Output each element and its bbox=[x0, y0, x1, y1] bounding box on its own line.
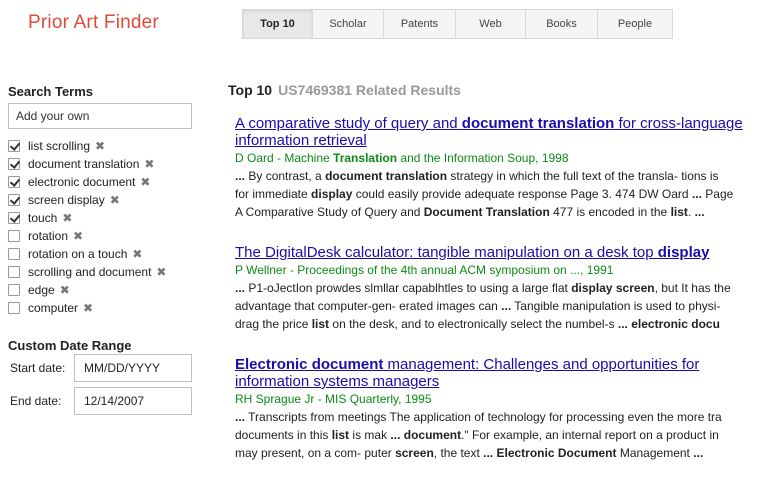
search-term-item: electronic document ✖ bbox=[8, 173, 198, 191]
result-snippet-line: drag the price list on the desk, and to … bbox=[235, 317, 720, 331]
result-snippet-line: ... By contrast, a document translation … bbox=[235, 169, 719, 183]
remove-term-icon[interactable]: ✖ bbox=[60, 283, 70, 297]
result-snippet-line: ... P1-oJectIon prowdes slmllar capablht… bbox=[235, 281, 731, 295]
search-term-item: screen display ✖ bbox=[8, 191, 198, 209]
tab-web[interactable]: Web bbox=[456, 10, 526, 38]
result-snippet-line: advantage that computer-gen- erated imag… bbox=[235, 299, 721, 313]
remove-term-icon[interactable]: ✖ bbox=[140, 175, 150, 189]
start-date-label: Start date: bbox=[10, 361, 66, 375]
result-meta: D Oard - Machine Translation and the Inf… bbox=[235, 151, 569, 165]
result-meta: RH Sprague Jr - MIS Quarterly, 1995 bbox=[235, 392, 432, 406]
tab-books[interactable]: Books bbox=[526, 10, 598, 38]
search-term-item: scrolling and document ✖ bbox=[8, 263, 198, 281]
result-title-link[interactable]: The DigitalDesk calculator: tangible man… bbox=[235, 244, 765, 261]
end-date-row: End date: bbox=[10, 387, 192, 415]
result-meta: P Wellner - Proceedings of the 4th annua… bbox=[235, 263, 614, 277]
start-date-row: Start date: bbox=[10, 354, 192, 382]
custom-date-range-heading: Custom Date Range bbox=[8, 338, 132, 353]
term-label[interactable]: edge bbox=[28, 283, 55, 297]
remove-term-icon[interactable]: ✖ bbox=[110, 193, 120, 207]
results-panel: Top 10 US7469381 Related Results A compar… bbox=[228, 82, 765, 485]
search-term-item: edge ✖ bbox=[8, 281, 198, 299]
remove-term-icon[interactable]: ✖ bbox=[62, 211, 72, 225]
start-date-input[interactable] bbox=[74, 354, 192, 382]
result-snippet-line: documents in this list is mak ... docume… bbox=[235, 428, 719, 442]
term-checkbox[interactable] bbox=[8, 158, 20, 170]
term-checkbox[interactable] bbox=[8, 176, 20, 188]
results-subtitle: US7469381 Related Results bbox=[278, 82, 461, 98]
remove-term-icon[interactable]: ✖ bbox=[95, 139, 105, 153]
search-term-item: computer ✖ bbox=[8, 299, 198, 317]
tab-top-10[interactable]: Top 10 bbox=[243, 10, 313, 38]
term-checkbox[interactable] bbox=[8, 230, 20, 242]
search-term-item: list scrolling ✖ bbox=[8, 137, 198, 155]
result-snippet-line: A Comparative Study of Query and Documen… bbox=[235, 205, 705, 219]
remove-term-icon[interactable]: ✖ bbox=[144, 157, 154, 171]
term-checkbox[interactable] bbox=[8, 140, 20, 152]
results-heading: Top 10 US7469381 Related Results bbox=[228, 82, 765, 98]
sidebar: Search Terms list scrolling✖document tra… bbox=[8, 84, 198, 317]
result-item: Electronic document management: Challeng… bbox=[235, 356, 765, 462]
term-label[interactable]: document translation bbox=[28, 157, 139, 171]
search-term-item: document translation ✖ bbox=[8, 155, 198, 173]
results-title: Top 10 bbox=[228, 82, 273, 98]
term-label[interactable]: touch bbox=[28, 211, 57, 225]
tab-patents[interactable]: Patents bbox=[384, 10, 456, 38]
results-list: A comparative study of query and documen… bbox=[228, 115, 765, 462]
end-date-label: End date: bbox=[10, 394, 62, 408]
result-item: A comparative study of query and documen… bbox=[235, 115, 765, 221]
term-checkbox[interactable] bbox=[8, 194, 20, 206]
search-term-item: rotation ✖ bbox=[8, 227, 198, 245]
result-snippet-line: may present, on a com- puter screen, the… bbox=[235, 446, 704, 460]
app-logo[interactable]: Prior Art Finder bbox=[28, 12, 159, 34]
term-checkbox[interactable] bbox=[8, 284, 20, 296]
add-term-input[interactable] bbox=[8, 103, 192, 129]
term-label[interactable]: scrolling and document bbox=[28, 265, 151, 279]
term-label[interactable]: screen display bbox=[28, 193, 105, 207]
term-label[interactable]: list scrolling bbox=[28, 139, 90, 153]
result-title-link[interactable]: A comparative study of query and documen… bbox=[235, 115, 765, 149]
tab-people[interactable]: People bbox=[598, 10, 672, 38]
result-snippet-line: ... Transcripts from meetings The applic… bbox=[235, 410, 722, 424]
result-title-link[interactable]: Electronic document management: Challeng… bbox=[235, 356, 765, 390]
result-snippet-line: for immediate display could easily provi… bbox=[235, 187, 734, 201]
search-term-item: rotation on a touch ✖ bbox=[8, 245, 198, 263]
remove-term-icon[interactable]: ✖ bbox=[83, 301, 93, 315]
term-label[interactable]: electronic document bbox=[28, 175, 135, 189]
term-checkbox[interactable] bbox=[8, 212, 20, 224]
term-label[interactable]: rotation bbox=[28, 229, 68, 243]
source-tabs: Top 10 Scholar Patents Web Books People bbox=[242, 9, 673, 39]
result-item: The DigitalDesk calculator: tangible man… bbox=[235, 244, 765, 333]
term-checkbox[interactable] bbox=[8, 302, 20, 314]
search-terms-heading: Search Terms bbox=[8, 84, 94, 99]
search-terms-list: list scrolling ✖ document translation ✖ elec… bbox=[8, 137, 198, 317]
remove-term-icon[interactable]: ✖ bbox=[132, 247, 142, 261]
remove-term-icon[interactable]: ✖ bbox=[73, 229, 83, 243]
term-checkbox[interactable] bbox=[8, 266, 20, 278]
end-date-input[interactable] bbox=[74, 387, 192, 415]
remove-term-icon[interactable]: ✖ bbox=[156, 265, 166, 279]
term-label[interactable]: rotation on a touch bbox=[28, 247, 127, 261]
term-label[interactable]: computer bbox=[28, 301, 78, 315]
term-checkbox[interactable] bbox=[8, 248, 20, 260]
search-term-item: touch ✖ bbox=[8, 209, 198, 227]
tab-scholar[interactable]: Scholar bbox=[313, 10, 384, 38]
